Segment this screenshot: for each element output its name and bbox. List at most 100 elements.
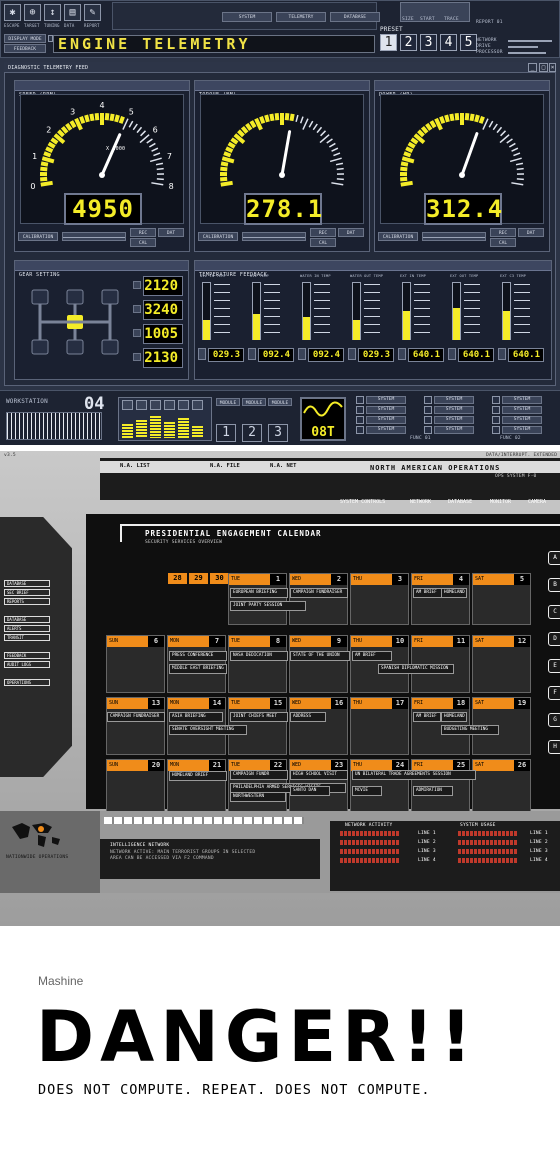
calendar-day-cell[interactable]: MON 21 [167,759,226,817]
target-icon[interactable]: ⊕ [24,4,41,21]
system-button[interactable]: SYSTEM [434,406,474,414]
system-button[interactable]: SYSTEM [366,416,406,424]
calendar-event[interactable]: EUROPEAN BRIEFING [230,588,288,598]
dat-button[interactable]: DAT [338,228,364,237]
side-h-button[interactable]: H [548,740,560,754]
calendar-event[interactable]: ASIA BRIEFING [169,712,223,722]
side-f-button[interactable]: F [548,686,560,700]
eq-knob-icon[interactable] [164,400,175,410]
sidebar-item[interactable]: REPORTS [4,598,50,605]
dat-button[interactable]: DAT [518,228,544,237]
sidebar-item[interactable]: OPERATIONS [4,679,50,686]
feedback-button[interactable]: FEEDBACK [4,44,46,53]
close-icon[interactable]: × [549,63,556,72]
system-button[interactable]: SYSTEM [434,416,474,424]
data-icon[interactable]: ▤ [64,4,81,21]
system-button[interactable]: SYSTEM [502,426,542,434]
sidebar-item[interactable]: AUDIT LOGS [4,661,50,668]
calibration-button[interactable]: CALIBRATION [378,232,418,241]
eq-knob-icon[interactable] [122,400,133,410]
calendar-event[interactable]: AM BRIEF [352,651,392,661]
calendar-event[interactable]: JOINT CHIEFS MEET [230,712,288,722]
calendar-day-cell[interactable]: TUE 1 [228,573,287,625]
calendar-day-cell[interactable]: 29 [189,573,208,585]
calendar-event[interactable]: HOMELAND [441,712,467,722]
nav-system-controls[interactable]: SYSTEM CONTROLS [340,499,385,505]
calendar-event[interactable]: MCVIE [352,786,382,796]
calibration-button[interactable]: CALIBRATION [18,232,58,241]
calendar-day-cell[interactable]: SUN 20 [106,759,165,817]
preset-2-button[interactable]: 2 [400,34,417,51]
cal-button[interactable]: CAL [130,238,156,247]
preset-4-button[interactable]: 4 [440,34,457,51]
system-button[interactable]: SYSTEM [366,406,406,414]
calendar-day-cell[interactable]: THU 3 [350,573,409,625]
tab-database[interactable]: DATABASE [330,12,380,22]
eq-knob-icon[interactable] [136,400,147,410]
calendar-event[interactable]: NORTHWESTERN [230,792,286,802]
tab-system[interactable]: SYSTEM [222,12,272,22]
eq-knob-icon[interactable] [192,400,203,410]
sidebar-item[interactable]: FEEDBACK [4,652,50,659]
nav-monitor[interactable]: MONITOR [490,499,511,505]
rec-button[interactable]: REC [490,228,516,237]
system-button[interactable]: SYSTEM [502,416,542,424]
calendar-event[interactable]: AM BRIEF [413,712,441,722]
system-button[interactable]: SYSTEM [434,426,474,434]
calendar-event[interactable]: CAMPAIGN FUNDR [230,770,288,780]
calendar-day-cell[interactable]: SUN 13 [106,697,165,755]
calendar-day-cell[interactable]: 30 [210,573,229,585]
calendar-event[interactable]: HOMELAND [441,588,467,598]
system-button[interactable]: SYSTEM [434,396,474,404]
display-mode-button[interactable]: DISPLAY MODE [4,34,46,43]
side-c-button[interactable]: C [548,605,560,619]
calendar-event[interactable]: SPANISH DIPLOMATIC MISSION [378,664,454,674]
sidebar-item[interactable]: SEC BRIEF [4,589,50,596]
side-b-button[interactable]: B [548,578,560,592]
system-toggle-icon[interactable] [356,426,364,434]
maximize-icon[interactable]: □ [539,63,548,72]
calendar-event[interactable]: ADMIRATION [413,786,453,796]
calendar-event[interactable]: NASA DEDICATION [230,651,288,661]
calendar-day-cell[interactable]: SAT 26 [472,759,531,817]
calendar-event[interactable]: STATE OF THE UNION [290,651,350,661]
system-button[interactable]: SYSTEM [366,426,406,434]
system-toggle-icon[interactable] [356,416,364,424]
preset-3-button[interactable]: 3 [420,34,437,51]
calendar-day-cell[interactable]: TUE 8 [228,635,287,693]
escape-icon[interactable]: ✱ [4,4,21,21]
calendar-day-cell[interactable]: WED 2 [289,573,348,625]
calendar-event[interactable]: HOMELAND BRIEF [169,771,227,781]
side-g-button[interactable]: G [548,713,560,727]
system-toggle-icon[interactable] [356,406,364,414]
report-icon[interactable]: ✎ [84,4,101,21]
calendar-day-cell[interactable]: SAT 12 [472,635,531,693]
calendar-event[interactable]: UN BILATERAL TRADE AGREEMENTS SESSION [352,770,476,780]
system-button[interactable]: SYSTEM [366,396,406,404]
calendar-event[interactable]: AM BRIEF [413,588,443,598]
dat-button[interactable]: DAT [158,228,184,237]
side-e-button[interactable]: E [548,659,560,673]
cal-button[interactable]: CAL [490,238,516,247]
system-button[interactable]: SYSTEM [502,396,542,404]
calendar-event[interactable]: MIDDLE EAST BRIEFING [169,664,227,674]
calendar-day-cell[interactable]: WED 9 [289,635,348,693]
system-toggle-icon[interactable] [424,426,432,434]
rec-button[interactable]: REC [130,228,156,237]
system-toggle-icon[interactable] [492,416,500,424]
calendar-event[interactable]: ADDRESS [290,712,326,722]
eq-knob-icon[interactable] [178,400,189,410]
calendar-event[interactable]: CAMPAIGN FUNDRAISER [290,588,348,598]
system-toggle-icon[interactable] [424,396,432,404]
system-toggle-icon[interactable] [424,406,432,414]
side-a-button[interactable]: A [548,551,560,565]
eq-knob-icon[interactable] [150,400,161,410]
calendar-day-cell[interactable]: WED 16 [289,697,348,755]
tab-telemetry[interactable]: TELEMETRY [276,12,326,22]
calendar-event[interactable]: PRESS CONFERENCE [169,651,227,661]
module-button[interactable]: MODULE [216,398,240,406]
preset-5-button[interactable]: 5 [460,34,477,51]
sidebar-item[interactable]: DATABASE [4,580,50,587]
calendar-event[interactable]: SANTO DAN [290,786,330,796]
calendar-day-cell[interactable]: FRI 4 [411,573,470,625]
